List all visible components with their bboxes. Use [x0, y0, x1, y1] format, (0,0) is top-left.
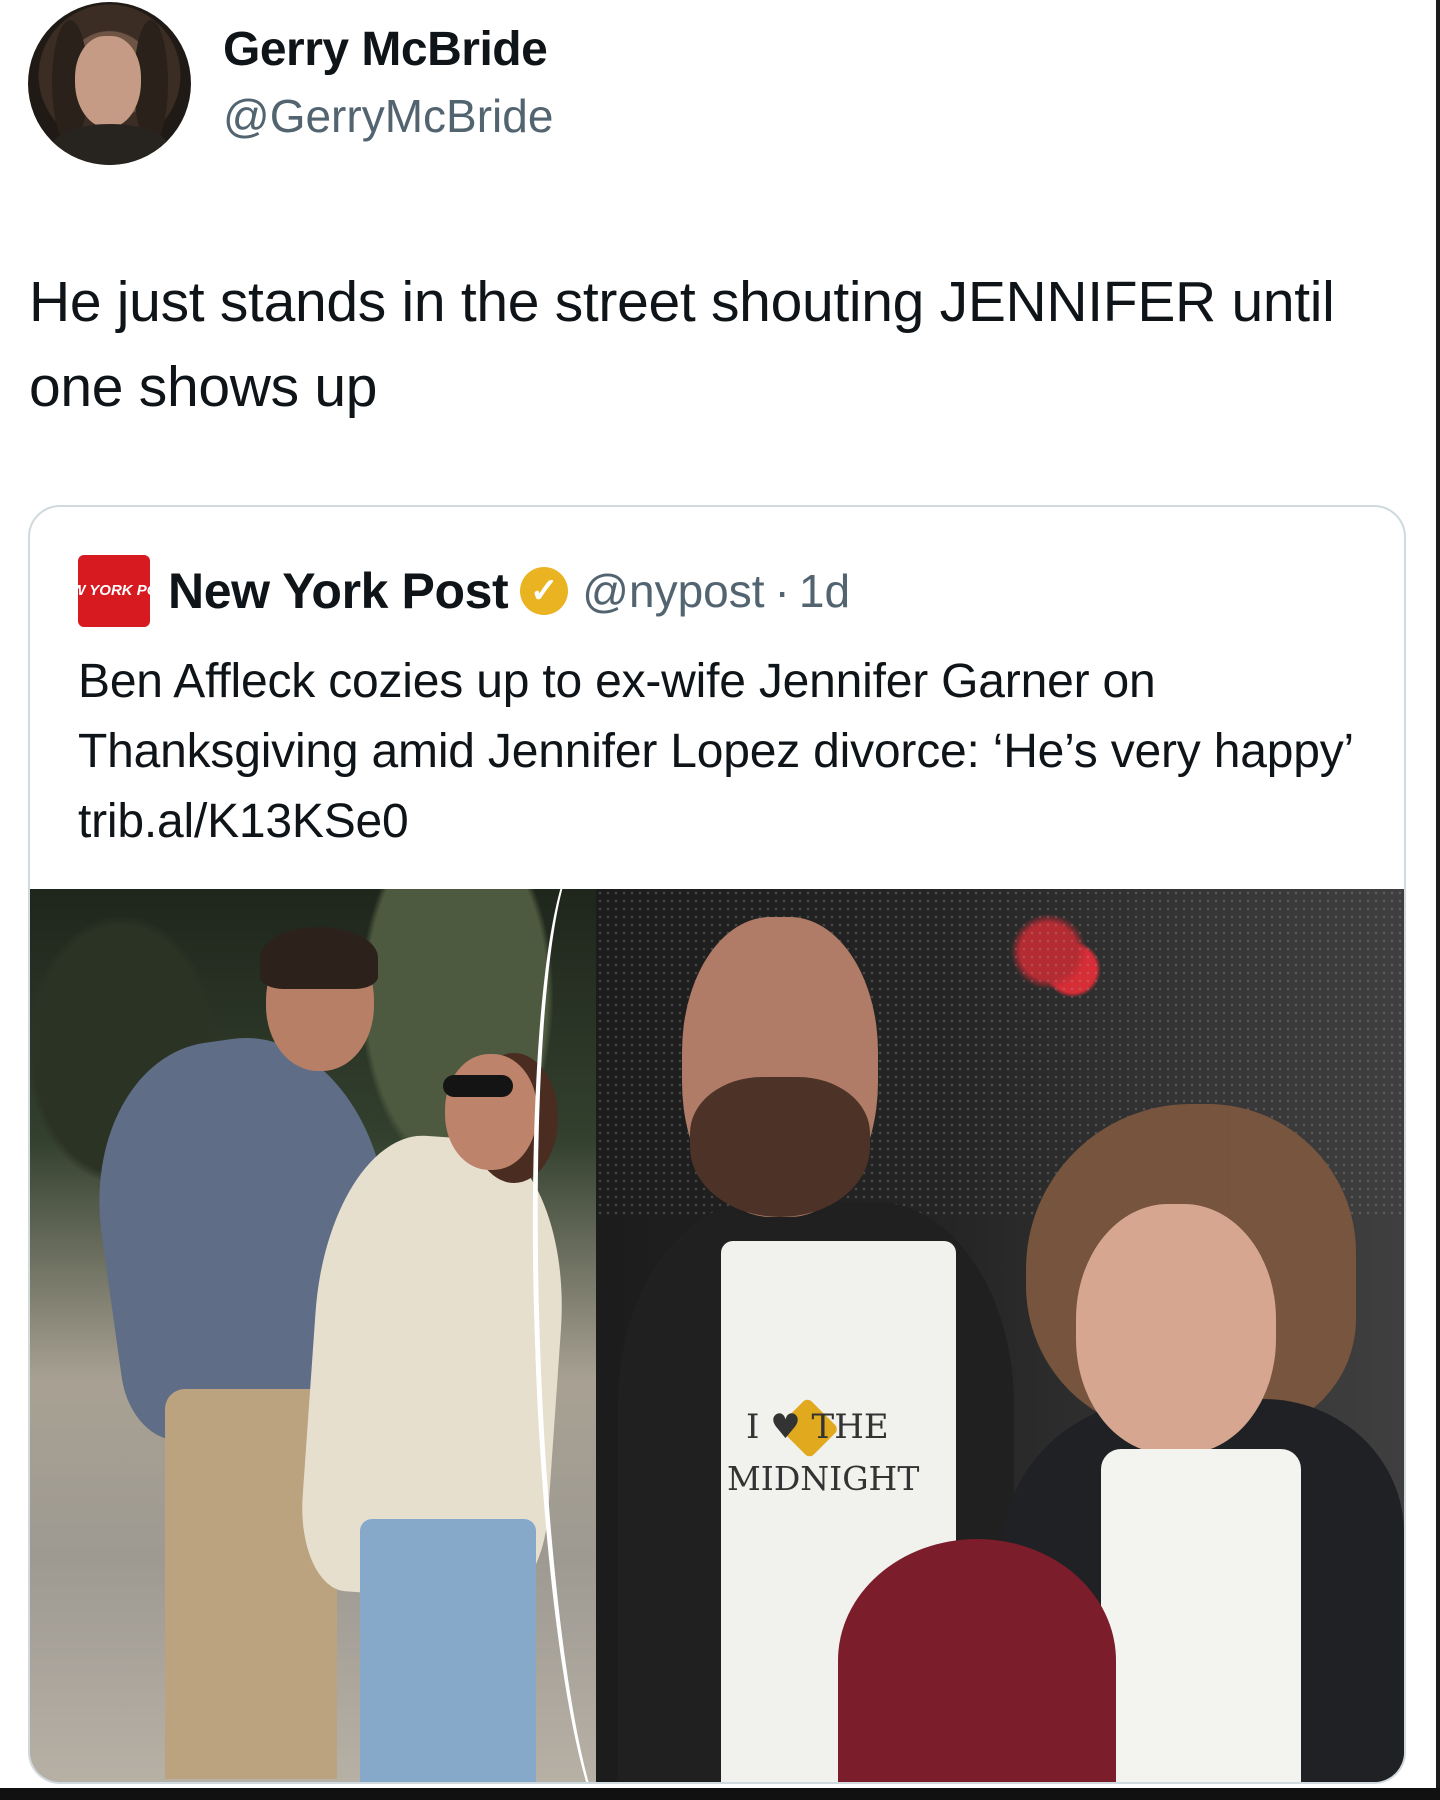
quoted-timestamp[interactable]: 1d [799, 564, 850, 618]
foreground-red-hair [838, 1539, 1116, 1782]
right-photo-woman-apron [1101, 1449, 1301, 1782]
left-photo-woman-jeans [360, 1519, 536, 1782]
quoted-tweet-card[interactable]: NEW YORK POST New York Post ✓ @nypost · … [28, 505, 1406, 1784]
author-display-name[interactable]: Gerry McBride [223, 20, 548, 80]
tweet-text: He just stands in the street shouting JE… [29, 270, 1335, 419]
quoted-time-separator: · [774, 565, 790, 617]
apron-text-line-2: MIDNIGHT [727, 1459, 920, 1498]
left-photo-woman-head [445, 1054, 537, 1170]
new-york-post-logo-icon[interactable]: NEW YORK POST [50, 555, 178, 627]
quoted-tweet-media[interactable]: I ♥ THE MIDNIGHT [30, 889, 1404, 1782]
right-news-photo[interactable]: I ♥ THE MIDNIGHT [596, 889, 1404, 1782]
right-photo-man-beard [690, 1077, 870, 1217]
quoted-author-handle[interactable]: @nypost [582, 564, 764, 618]
apron-text-line-1: I ♥ THE [746, 1407, 889, 1447]
avatar-shirt [52, 124, 168, 165]
avatar-face [75, 36, 141, 128]
author-handle[interactable]: @GerryMcBride [223, 88, 553, 144]
left-photo-sunglasses [443, 1075, 513, 1097]
right-photo-woman-head [1076, 1204, 1276, 1454]
quoted-tweet-text[interactable]: Ben Affleck cozies up to ex-wife Jennife… [78, 647, 1368, 857]
quoted-tweet-header[interactable]: NEW YORK POST New York Post ✓ @nypost · … [50, 553, 850, 629]
bottom-edge-border [0, 1788, 1440, 1800]
right-edge-border [1436, 0, 1440, 1800]
verified-badge-icon: ✓ [520, 567, 569, 615]
left-photo-man-hair [260, 927, 378, 989]
quoted-author-name[interactable]: New York Post [168, 562, 509, 620]
user-avatar[interactable] [28, 2, 191, 165]
tweet-author-row[interactable]: Gerry McBride @GerryMcBride [28, 0, 928, 170]
